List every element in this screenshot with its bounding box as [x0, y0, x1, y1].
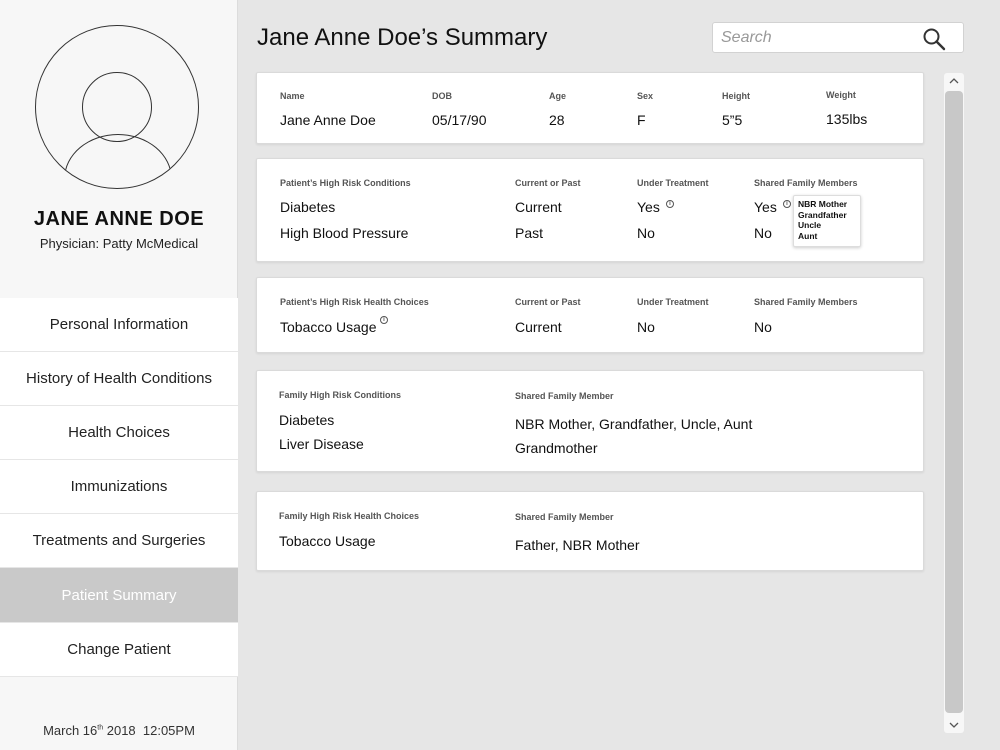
current-datetime: March 16th 2018 12:05PM	[0, 723, 238, 738]
search-input[interactable]	[721, 27, 921, 49]
header-age: Age	[549, 91, 567, 101]
sidebar-nav: Personal Information History of Health C…	[0, 298, 238, 677]
high-risk-conditions-card: Patient’s High Risk Conditions Current o…	[256, 158, 924, 262]
nav-item-treatments-and-surgeries[interactable]: Treatments and Surgeries	[0, 514, 238, 568]
family-conditions-card: Family High Risk Conditions Shared Famil…	[256, 370, 924, 472]
value-name: Jane Anne Doe	[280, 112, 376, 128]
avatar-head-shape	[82, 72, 152, 142]
datetime-rest: 2018 12:05PM	[103, 723, 195, 738]
nav-item-health-choices[interactable]: Health Choices	[0, 406, 238, 460]
choice-name: Tobacco Usage	[280, 319, 377, 335]
info-icon[interactable]: i	[783, 200, 791, 208]
header-height: Height	[722, 91, 750, 101]
family-choice-members: Father, NBR Mother	[515, 537, 640, 553]
family-choices-card: Family High Risk Health Choices Shared F…	[256, 491, 924, 571]
scrollbar[interactable]	[944, 73, 964, 733]
header-sex: Sex	[637, 91, 654, 101]
header-current-or-past: Current or Past	[515, 178, 581, 188]
header-family-conditions: Family High Risk Conditions	[279, 390, 402, 400]
value-dob: 05/17/90	[432, 112, 487, 128]
header-name: Name	[280, 91, 305, 101]
value-height: 5”5	[722, 112, 743, 128]
condition-treatment: Yes	[637, 199, 660, 215]
sidebar: JANE ANNE DOE Physician: Patty McMedical…	[0, 0, 238, 750]
chevron-up-icon[interactable]	[944, 73, 964, 89]
page-title: Jane Anne Doe’s Summary	[257, 24, 548, 51]
nav-item-immunizations[interactable]: Immunizations	[0, 460, 238, 514]
choice-status: Current	[515, 319, 562, 335]
header-family-choices: Family High Risk Health Choices	[279, 511, 420, 521]
tooltip-member: Uncle	[798, 220, 822, 230]
physician-name: Physician: Patty McMedical	[39, 236, 199, 251]
condition-treatment: No	[637, 225, 655, 241]
value-sex: F	[637, 112, 646, 128]
avatar	[35, 25, 199, 189]
family-condition: Diabetes	[279, 412, 335, 428]
header-shared-family-member: Shared Family Member	[515, 391, 614, 401]
header-dob: DOB	[432, 91, 452, 101]
search-icon[interactable]	[922, 27, 946, 51]
condition-status: Current	[515, 199, 562, 215]
condition-family: Yes	[754, 199, 777, 215]
high-risk-choices-card: Patient’s High Risk Health Choices Curre…	[256, 277, 924, 353]
condition-name: Diabetes	[280, 199, 336, 215]
header-shared-family: Shared Family Members	[754, 297, 858, 307]
datetime-month-day: March 16	[43, 723, 98, 738]
tooltip-member: NBR Mother	[798, 199, 848, 209]
info-icon[interactable]: i	[380, 316, 388, 324]
value-weight: 135lbs	[826, 111, 868, 127]
family-choice: Tobacco Usage	[279, 533, 376, 549]
tooltip-member: Grandfather	[798, 209, 847, 220]
family-condition: Liver Disease	[279, 436, 364, 452]
header-under-treatment: Under Treatment	[637, 297, 709, 307]
nav-item-history-of-health-conditions[interactable]: History of Health Conditions	[0, 352, 238, 406]
nav-item-personal-information[interactable]: Personal Information	[0, 298, 238, 352]
scrollbar-thumb[interactable]	[945, 91, 963, 713]
header-under-treatment: Under Treatment	[637, 178, 709, 188]
header-weight: Weight	[826, 90, 856, 100]
avatar-body-shape	[64, 134, 172, 188]
header-conditions: Patient’s High Risk Conditions	[280, 178, 411, 188]
patient-name: JANE ANNE DOE	[33, 208, 205, 230]
info-icon[interactable]: i	[666, 200, 674, 208]
header-shared-family-member: Shared Family Member	[515, 512, 614, 522]
nav-item-patient-summary[interactable]: Patient Summary	[0, 568, 238, 623]
condition-name: High Blood Pressure	[280, 225, 409, 241]
family-members: Grandmother	[515, 440, 598, 456]
header-current-or-past: Current or Past	[515, 297, 581, 307]
chevron-down-icon[interactable]	[944, 717, 964, 733]
choice-family: No	[754, 319, 772, 335]
nav-item-change-patient[interactable]: Change Patient	[0, 623, 238, 677]
header-health-choices: Patient’s High Risk Health Choices	[280, 297, 429, 307]
condition-family: No	[754, 225, 772, 241]
family-members-tooltip: NBR Mother Grandfather Uncle Aunt	[793, 195, 861, 247]
tooltip-member: Aunt	[798, 230, 818, 241]
family-members: NBR Mother, Grandfather, Uncle, Aunt	[515, 416, 753, 432]
value-age: 28	[549, 112, 565, 128]
choice-treatment: No	[637, 319, 655, 335]
demographics-card: Name DOB Age Sex Height Weight Jane Anne…	[256, 72, 924, 144]
header-shared-family: Shared Family Members	[754, 178, 858, 188]
condition-status: Past	[515, 225, 544, 241]
